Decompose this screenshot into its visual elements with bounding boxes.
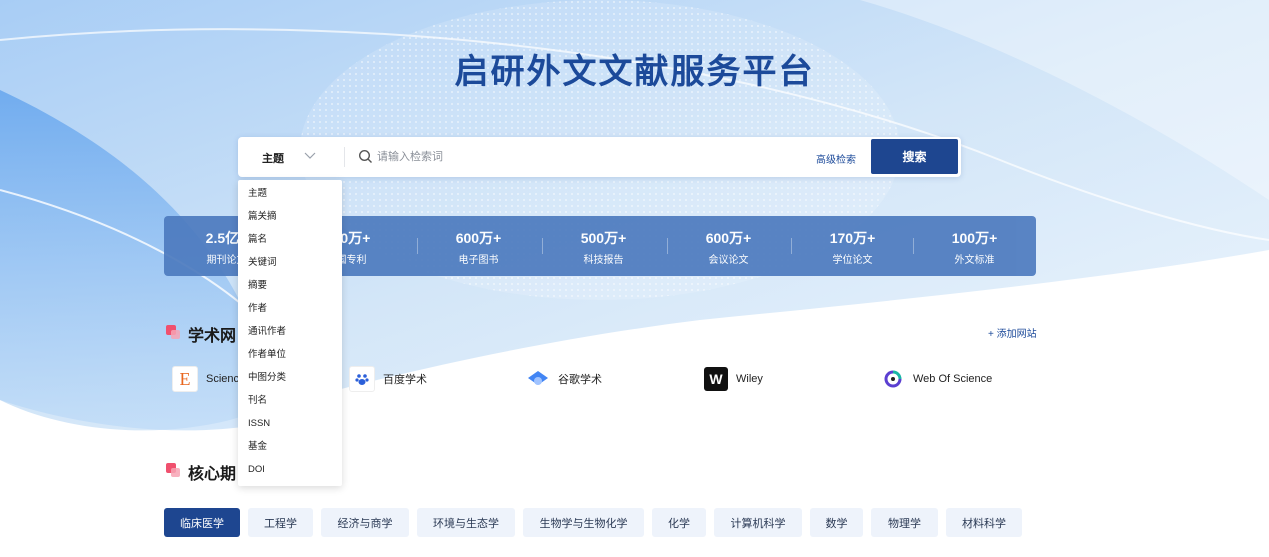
stat-label: 学位论文 [832, 255, 873, 266]
field-option[interactable]: 篇名 [238, 228, 342, 251]
stat-value: 170万+ [829, 230, 876, 246]
stat-label: 会议论文 [708, 255, 749, 266]
elsevier-e-icon: E [172, 366, 198, 392]
search-field-selected: 主题 [262, 153, 284, 165]
field-option[interactable]: DOI [238, 458, 342, 481]
tag-item-active[interactable]: 临床医学 [164, 508, 240, 537]
field-option[interactable]: 刊名 [238, 389, 342, 412]
tag-item[interactable]: 计算机科学 [714, 508, 802, 537]
baidu-paw-icon [349, 366, 375, 392]
stat-item: 600万+ 电子图书 [416, 216, 541, 276]
stat-label: 科技报告 [583, 255, 624, 266]
site-item[interactable]: Web Of Science [881, 366, 992, 392]
site-name: Wiley [736, 373, 763, 385]
tag-item[interactable]: 环境与生态学 [417, 508, 515, 537]
google-scholar-icon [526, 367, 550, 391]
search-button[interactable]: 搜索 [871, 139, 958, 174]
academic-sites-title: 学术网 [188, 328, 237, 345]
field-option[interactable]: 篇关摘 [238, 205, 342, 228]
tag-item[interactable]: 材料科学 [946, 508, 1022, 537]
tag-item[interactable]: 生物学与生物化学 [523, 508, 644, 537]
stat-label: 外文标准 [954, 255, 995, 266]
search-bar: 主题 高级检索 搜索 [238, 137, 961, 177]
field-option[interactable]: 通讯作者 [238, 320, 342, 343]
web-of-science-icon [881, 367, 905, 391]
field-option[interactable]: 主题 [238, 182, 342, 205]
stat-value: 100万+ [951, 230, 998, 246]
stat-value: 600万+ [455, 230, 502, 246]
site-name: 百度学术 [383, 374, 427, 386]
add-site-link[interactable]: + 添加网站 [988, 325, 1037, 340]
stat-value: 600万+ [705, 230, 752, 246]
section-mark-icon [166, 463, 180, 477]
stat-item: 100万+ 外文标准 [912, 216, 1037, 276]
wiley-w-icon: W [704, 367, 728, 391]
stat-label: 电子图书 [458, 255, 499, 266]
field-option[interactable]: 作者单位 [238, 343, 342, 366]
search-input[interactable] [377, 146, 797, 168]
stat-value: 500万+ [580, 230, 627, 246]
field-option[interactable]: 关键词 [238, 251, 342, 274]
chevron-down-icon [304, 152, 316, 159]
core-journals-title: 核心期 [188, 466, 237, 483]
site-name: 谷歌学术 [558, 374, 602, 386]
stat-item: 600万+ 会议论文 [666, 216, 791, 276]
tag-item[interactable]: 数学 [810, 508, 863, 537]
search-icon [358, 149, 372, 163]
site-item[interactable]: E Science [172, 366, 245, 392]
stat-item: 500万+ 科技报告 [541, 216, 666, 276]
field-option[interactable]: 中图分类 [238, 366, 342, 389]
site-item[interactable]: 谷歌学术 [526, 366, 602, 392]
tag-item[interactable]: 化学 [652, 508, 706, 537]
search-field-dropdown: 主题 篇关摘 篇名 关键词 摘要 作者 通讯作者 作者单位 中图分类 刊名 IS… [238, 180, 342, 486]
stat-item: 170万+ 学位论文 [790, 216, 915, 276]
search-divider [344, 147, 345, 167]
tag-item[interactable]: 经济与商学 [321, 508, 409, 537]
search-field-select[interactable]: 主题 [238, 137, 344, 177]
site-item[interactable]: W Wiley [704, 366, 763, 392]
tag-item[interactable]: 工程学 [248, 508, 313, 537]
page-title: 启研外文文献服务平台 [454, 53, 815, 91]
advanced-search-link[interactable]: 高级检索 [816, 151, 856, 166]
field-option[interactable]: 基金 [238, 435, 342, 458]
tag-item[interactable]: 物理学 [871, 508, 938, 537]
section-mark-icon [166, 325, 180, 339]
site-item[interactable]: 百度学术 [349, 366, 427, 392]
site-name: Web Of Science [913, 373, 993, 385]
field-option[interactable]: 摘要 [238, 274, 342, 297]
field-option[interactable]: 作者 [238, 297, 342, 320]
field-option[interactable]: ISSN [238, 412, 342, 435]
